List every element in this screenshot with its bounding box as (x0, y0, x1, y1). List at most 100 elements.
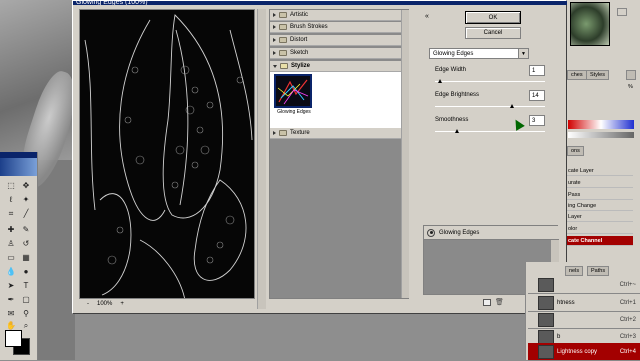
action-item[interactable]: Pass (567, 190, 633, 200)
channel-shortcut: Ctrl+4 (619, 348, 636, 355)
healing-brush-tool-icon[interactable]: ✚ (5, 224, 17, 235)
gray-ramp[interactable] (568, 132, 634, 138)
palette-close-icon[interactable] (626, 70, 636, 80)
category-label: Stylize (291, 63, 311, 69)
color-percent-label: % (628, 84, 633, 90)
category-sketch[interactable]: Sketch (270, 48, 401, 59)
action-item[interactable]: Layer (567, 212, 633, 222)
category-distort[interactable]: Distort (270, 35, 401, 46)
magic-wand-tool-icon[interactable]: ✦ (20, 194, 32, 205)
channel-name: Lightness copy (557, 348, 598, 355)
preview-scrollbar[interactable] (257, 9, 266, 309)
gallery-scrollbar[interactable] (401, 10, 409, 298)
new-effect-layer-icon[interactable] (483, 299, 491, 306)
action-item-selected[interactable]: cate Channel (567, 236, 633, 246)
lasso-tool-icon[interactable]: ℓ (5, 194, 17, 205)
slice-tool-icon[interactable]: ╱ (20, 208, 32, 219)
ok-button[interactable]: OK (465, 11, 521, 24)
expand-arrow-icon (273, 38, 276, 42)
smoothness-input[interactable]: 3 (529, 115, 545, 126)
edge-width-label: Edge Width (435, 67, 467, 73)
zoom-level[interactable]: 100% (97, 301, 112, 307)
channel-shortcut: Ctrl+3 (619, 333, 636, 340)
crop-tool-icon[interactable]: ⌗ (5, 208, 17, 219)
clone-stamp-tool-icon[interactable]: ♙ (5, 238, 17, 249)
history-brush-tool-icon[interactable]: ↺ (20, 238, 32, 249)
tab-actions[interactable]: ons (567, 146, 584, 156)
expand-arrow-icon (273, 25, 276, 29)
action-item[interactable]: urate (567, 178, 633, 188)
brush-tool-icon[interactable]: ✎ (20, 224, 32, 235)
effect-layer-row[interactable]: Glowing Edges (424, 226, 559, 240)
action-item[interactable]: ing Change (567, 201, 633, 211)
zoom-in-button[interactable]: + (120, 301, 124, 307)
edge-width-input[interactable]: 1 (529, 65, 545, 76)
filter-gallery-dialog: Glowing Edges (100%) - 100% + Artistic B… (72, 0, 568, 314)
color-ramp[interactable] (568, 120, 634, 129)
gradient-tool-icon[interactable]: ▦ (20, 252, 32, 263)
move-tool-icon[interactable]: ✥ (20, 180, 32, 191)
eraser-tool-icon[interactable]: ▭ (5, 252, 17, 263)
tab-styles[interactable]: Styles (586, 70, 609, 80)
edge-brightness-input[interactable]: 14 (529, 90, 545, 101)
category-label: Distort (290, 37, 308, 43)
channel-row[interactable]: htness Ctrl+1 (528, 294, 640, 312)
edge-brightness-slider-thumb[interactable] (509, 104, 514, 108)
stylize-thumbnails: Glowing Edges (270, 72, 401, 128)
dodge-tool-icon[interactable]: ● (20, 266, 32, 277)
type-tool-icon[interactable]: T (20, 280, 32, 291)
channel-thumbnail (538, 295, 554, 310)
channel-row[interactable]: Ctrl+~ (528, 276, 640, 294)
glowing-edges-thumbnail[interactable] (274, 74, 312, 108)
edge-width-slider[interactable] (435, 81, 545, 82)
marquee-tool-icon[interactable]: ⬚ (5, 180, 17, 191)
thumbnail-image (276, 76, 310, 106)
category-brush-strokes[interactable]: Brush Strokes (270, 22, 401, 33)
channel-row[interactable]: Ctrl+2 (528, 311, 640, 329)
category-label: Brush Strokes (290, 24, 328, 30)
path-selection-tool-icon[interactable]: ➤ (5, 280, 17, 291)
filter-preview-canvas[interactable] (79, 9, 255, 299)
category-label: Artistic (290, 12, 308, 18)
smoothness-slider-thumb[interactable] (454, 129, 459, 133)
notes-tool-icon[interactable]: ✉ (5, 308, 17, 319)
channel-thumbnail (538, 329, 554, 344)
channel-row-selected[interactable]: Lightness copy Ctrl+4 (528, 343, 640, 361)
preview-zoom-bar: - 100% + (79, 299, 255, 309)
tab-swatches[interactable]: ches (567, 70, 587, 80)
filter-settings: Edge Width 1 Edge Brightness 14 Smoothne… (423, 61, 553, 145)
category-artistic[interactable]: Artistic (270, 10, 401, 21)
foreground-color-swatch[interactable] (5, 330, 22, 347)
tab-channels[interactable]: nels (565, 266, 584, 276)
edge-brightness-slider[interactable] (435, 106, 545, 107)
edge-width-slider-thumb[interactable] (438, 79, 442, 83)
smoothness-slider[interactable] (435, 131, 545, 132)
folder-icon (279, 130, 287, 136)
collapse-gallery-icon[interactable]: « (425, 13, 429, 20)
pen-tool-icon[interactable]: ✒ (5, 294, 17, 305)
delete-effect-layer-icon[interactable]: 🗑 (495, 298, 504, 306)
cancel-button[interactable]: Cancel (465, 27, 521, 39)
expand-arrow-icon (273, 51, 276, 55)
chevron-down-icon[interactable]: ▼ (518, 49, 528, 58)
navigator-thumbnail[interactable] (570, 2, 610, 46)
category-texture[interactable]: Texture (270, 128, 401, 139)
tab-paths[interactable]: Paths (587, 266, 610, 276)
palette-close-icon[interactable] (617, 8, 627, 16)
dialog-titlebar[interactable]: Glowing Edges (100%) (73, 1, 568, 5)
zoom-out-button[interactable]: - (87, 301, 89, 307)
folder-icon (279, 24, 287, 30)
eyedropper-tool-icon[interactable]: ⚲ (20, 308, 32, 319)
filter-select[interactable]: Glowing Edges ▼ (429, 48, 529, 59)
glowing-edges-preview-image (80, 10, 254, 298)
action-item[interactable]: cate Layer (567, 166, 633, 176)
category-stylize[interactable]: Stylize (270, 61, 401, 72)
expand-arrow-icon (273, 13, 276, 17)
blur-tool-icon[interactable]: 💧 (5, 266, 17, 277)
visibility-eye-icon[interactable] (427, 228, 435, 237)
shape-tool-icon[interactable]: ▢ (20, 294, 32, 305)
photoshop-logo[interactable] (0, 158, 37, 176)
action-item[interactable]: olor (567, 224, 633, 234)
channel-shortcut: Ctrl+2 (619, 316, 636, 323)
category-label: Sketch (290, 50, 309, 56)
